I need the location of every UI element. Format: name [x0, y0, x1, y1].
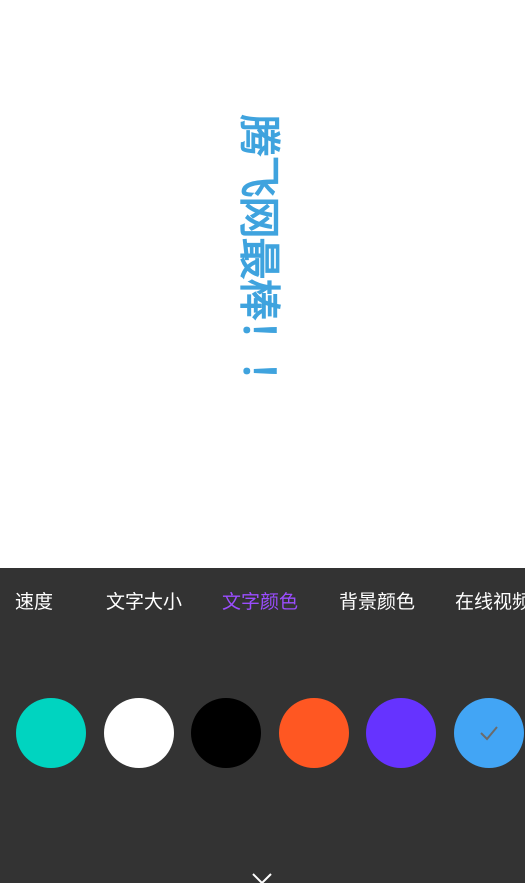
marquee-preview: 腾飞网最棒！！: [0, 0, 525, 568]
tab-online-video[interactable]: 在线视频: [455, 590, 525, 614]
tab-text-size[interactable]: 文字大小: [106, 590, 182, 614]
tab-text-color[interactable]: 文字颜色: [222, 590, 298, 614]
tab-speed[interactable]: 速度: [15, 590, 53, 614]
color-swatch-teal[interactable]: [16, 698, 86, 768]
check-icon: [480, 726, 498, 741]
color-swatch-blue[interactable]: [454, 698, 524, 768]
chevron-down-icon[interactable]: [250, 870, 274, 883]
color-swatch-purple[interactable]: [366, 698, 436, 768]
marquee-text: 腾飞网最棒！！: [234, 114, 284, 402]
color-swatch-white[interactable]: [104, 698, 174, 768]
color-swatch-black[interactable]: [191, 698, 261, 768]
color-swatch-orange[interactable]: [279, 698, 349, 768]
settings-tabs: 速度 文字大小 文字颜色 背景颜色 在线视频: [0, 568, 525, 640]
tab-background-color[interactable]: 背景颜色: [339, 590, 415, 614]
settings-panel: 速度 文字大小 文字颜色 背景颜色 在线视频: [0, 568, 525, 883]
